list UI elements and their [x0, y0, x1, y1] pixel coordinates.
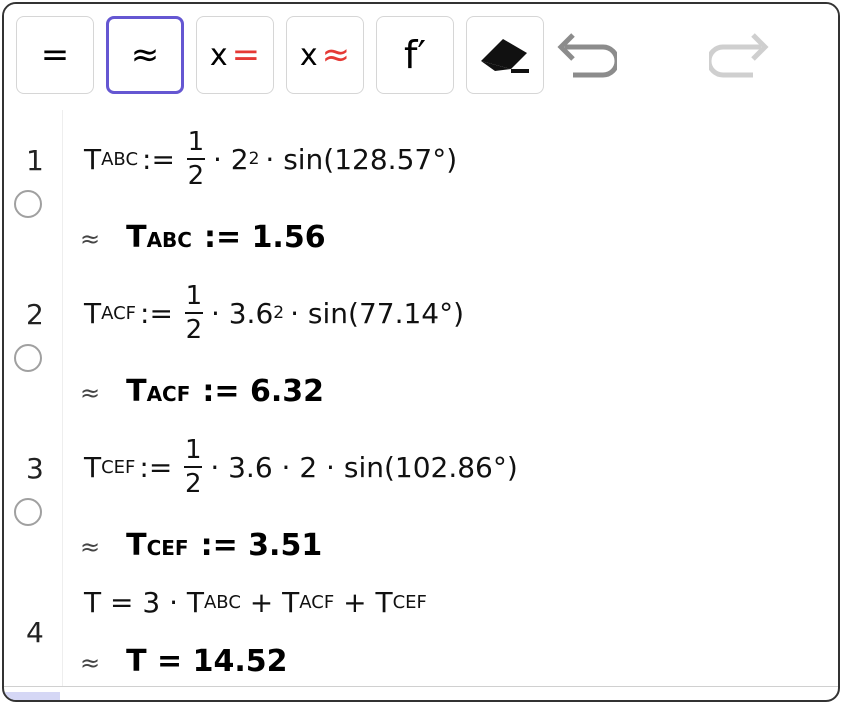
derivative-button[interactable]: f′: [376, 16, 454, 94]
result-value: := 6.32: [202, 374, 325, 409]
solve-numeric-x: x: [299, 37, 318, 73]
redo-icon: [709, 33, 769, 78]
row-output: ≈ T CEF := 3.51: [80, 528, 322, 563]
approx-icon: ≈: [80, 649, 101, 677]
lhs-sub: ABC: [101, 148, 139, 170]
evaluate-numeric-button[interactable]: ≈: [106, 16, 184, 94]
result-main: T: [126, 374, 147, 409]
derivative-label: f′: [403, 33, 426, 77]
expr-part: · sin(77.14°): [290, 296, 465, 330]
solve-exact-x: x: [209, 37, 228, 73]
evaluate-exact-button[interactable]: =: [16, 16, 94, 94]
cas-view: = ≈ x = x ≈ f′ 1 T ABC:= 1 2 · 2 2 · si…: [2, 2, 840, 702]
row-input[interactable]: T ACF := 1 2 · 3.6 2 · sin(77.14°): [84, 278, 464, 348]
cas-row-2[interactable]: 2 T ACF := 1 2 · 3.6 2 · sin(77.14°) ≈ T AC…: [4, 264, 838, 419]
expr-part: · sin(128.57°): [265, 142, 458, 176]
fraction-den: 2: [185, 315, 203, 345]
row-output: ≈ T ABC := 1.56: [80, 220, 326, 255]
numeric-label: ≈: [130, 35, 160, 75]
result-value: := 3.51: [200, 528, 323, 563]
exponent: 2: [248, 149, 260, 169]
fraction-num: 1: [187, 127, 205, 157]
expr-part: · 3.6: [210, 296, 274, 330]
solve-exact-button[interactable]: x =: [196, 16, 274, 94]
row-input[interactable]: T CEF := 1 2 · 3.6 · 2 · sin(102.86°): [84, 432, 518, 502]
result-sub: CEF: [146, 536, 189, 560]
row-number: 2: [26, 298, 44, 331]
delete-button[interactable]: [466, 16, 544, 94]
undo-button[interactable]: [552, 32, 622, 82]
visibility-toggle[interactable]: [14, 190, 42, 218]
result-value: := 1.56: [203, 220, 326, 255]
exact-label: =: [40, 35, 70, 75]
row-gutter: [62, 264, 63, 418]
approx-icon: ≈: [80, 379, 101, 407]
row-number: 4: [26, 616, 44, 649]
row-input[interactable]: T ABC := 1 2 · 22 · sin(128.57°): [84, 124, 457, 194]
expr-part: + T: [334, 585, 393, 619]
row-output: ≈ T ACF := 6.32: [80, 374, 324, 409]
undo-icon: [557, 33, 617, 78]
cas-row-3[interactable]: 3 T CEF := 1 2 · 3.6 · 2 · sin(102.86°) ≈…: [4, 418, 838, 573]
lhs-sub: CEF: [101, 456, 136, 478]
solve-numeric-button[interactable]: x ≈: [286, 16, 364, 94]
row-gutter: [62, 110, 63, 264]
result-sub: ACF: [146, 382, 191, 406]
visibility-toggle[interactable]: [14, 344, 42, 372]
subscript: CEF: [392, 591, 427, 613]
result-value: T = 14.52: [126, 644, 288, 679]
result-main: T: [126, 528, 147, 563]
solve-numeric-sym: ≈: [321, 35, 351, 75]
approx-icon: ≈: [80, 225, 101, 253]
cas-row-4[interactable]: 4 T = 3 · T ABC + T ACF + T CEF ≈ T = 14.52: [4, 572, 838, 687]
row-gutter: [62, 572, 63, 686]
row-gutter: [62, 418, 63, 572]
cas-toolbar: = ≈ x = x ≈ f′: [4, 4, 838, 111]
redo-button[interactable]: [704, 32, 774, 82]
exponent: 2: [273, 303, 285, 323]
cas-row-1[interactable]: 1 T ABC := 1 2 · 22 · sin(128.57°) ≈ T ABC…: [4, 110, 838, 265]
row-number: 3: [26, 452, 44, 485]
next-row-marker: [4, 692, 60, 700]
fraction-den: 2: [187, 161, 205, 191]
row-input[interactable]: T = 3 · T ABC + T ACF + T CEF: [84, 582, 427, 622]
assign-op: :=: [139, 450, 173, 484]
subscript: ABC: [203, 591, 241, 613]
eraser-icon: [481, 39, 529, 73]
approx-icon: ≈: [80, 533, 101, 561]
solve-exact-sym: =: [231, 35, 261, 75]
assign-op: :=: [142, 142, 175, 176]
fraction-num: 1: [185, 281, 203, 311]
fraction-den: 2: [185, 469, 202, 499]
assign-op: :=: [140, 296, 173, 330]
expr-part: · 2: [212, 142, 249, 176]
row-output: ≈ T = 14.52: [80, 644, 288, 679]
fraction: 1 2: [186, 127, 205, 191]
lhs-main: T: [84, 296, 102, 330]
lhs-main: T: [84, 142, 102, 176]
fraction: 1 2: [184, 435, 203, 499]
subscript: ACF: [299, 591, 335, 613]
fraction: 1 2: [184, 281, 203, 345]
expr-part: T = 3 · T: [84, 585, 204, 619]
visibility-toggle[interactable]: [14, 498, 42, 526]
lhs-sub: ACF: [101, 302, 137, 324]
fraction-num: 1: [185, 435, 202, 465]
expr-part: · 3.6 · 2 · sin(102.86°): [210, 450, 518, 484]
result-main: T: [126, 220, 147, 255]
row-number: 1: [26, 144, 44, 177]
result-sub: ABC: [146, 228, 192, 252]
lhs-main: T: [84, 450, 102, 484]
expr-part: + T: [240, 585, 300, 619]
